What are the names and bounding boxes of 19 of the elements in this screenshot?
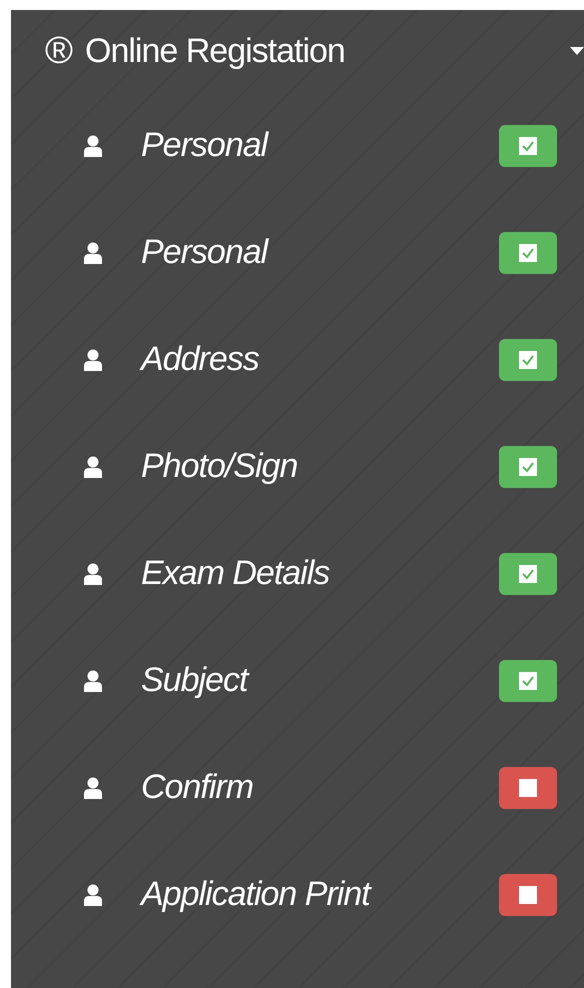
user-icon	[83, 670, 103, 692]
menu-item[interactable]: Application Print	[141, 875, 499, 914]
menu-item[interactable]: Personal	[141, 126, 499, 165]
user-icon	[83, 134, 103, 156]
menu-item[interactable]: Personal	[141, 233, 499, 272]
menu-item[interactable]: Address	[141, 340, 499, 379]
caret-icon[interactable]	[570, 47, 584, 55]
user-icon	[83, 456, 103, 478]
user-icon	[83, 242, 103, 264]
menu-item[interactable]: Subject	[141, 661, 499, 700]
user-icon	[83, 562, 103, 584]
menu-title[interactable]: Online Registation	[85, 32, 570, 70]
user-icon	[83, 884, 103, 906]
menu-item[interactable]: Confirm	[141, 768, 499, 807]
registered-mark: ®	[45, 30, 73, 72]
menu-item[interactable]: Exam Details	[141, 554, 499, 593]
user-icon	[83, 348, 103, 370]
user-icon	[83, 776, 103, 798]
menu-item[interactable]: Photo/Sign	[141, 447, 499, 486]
